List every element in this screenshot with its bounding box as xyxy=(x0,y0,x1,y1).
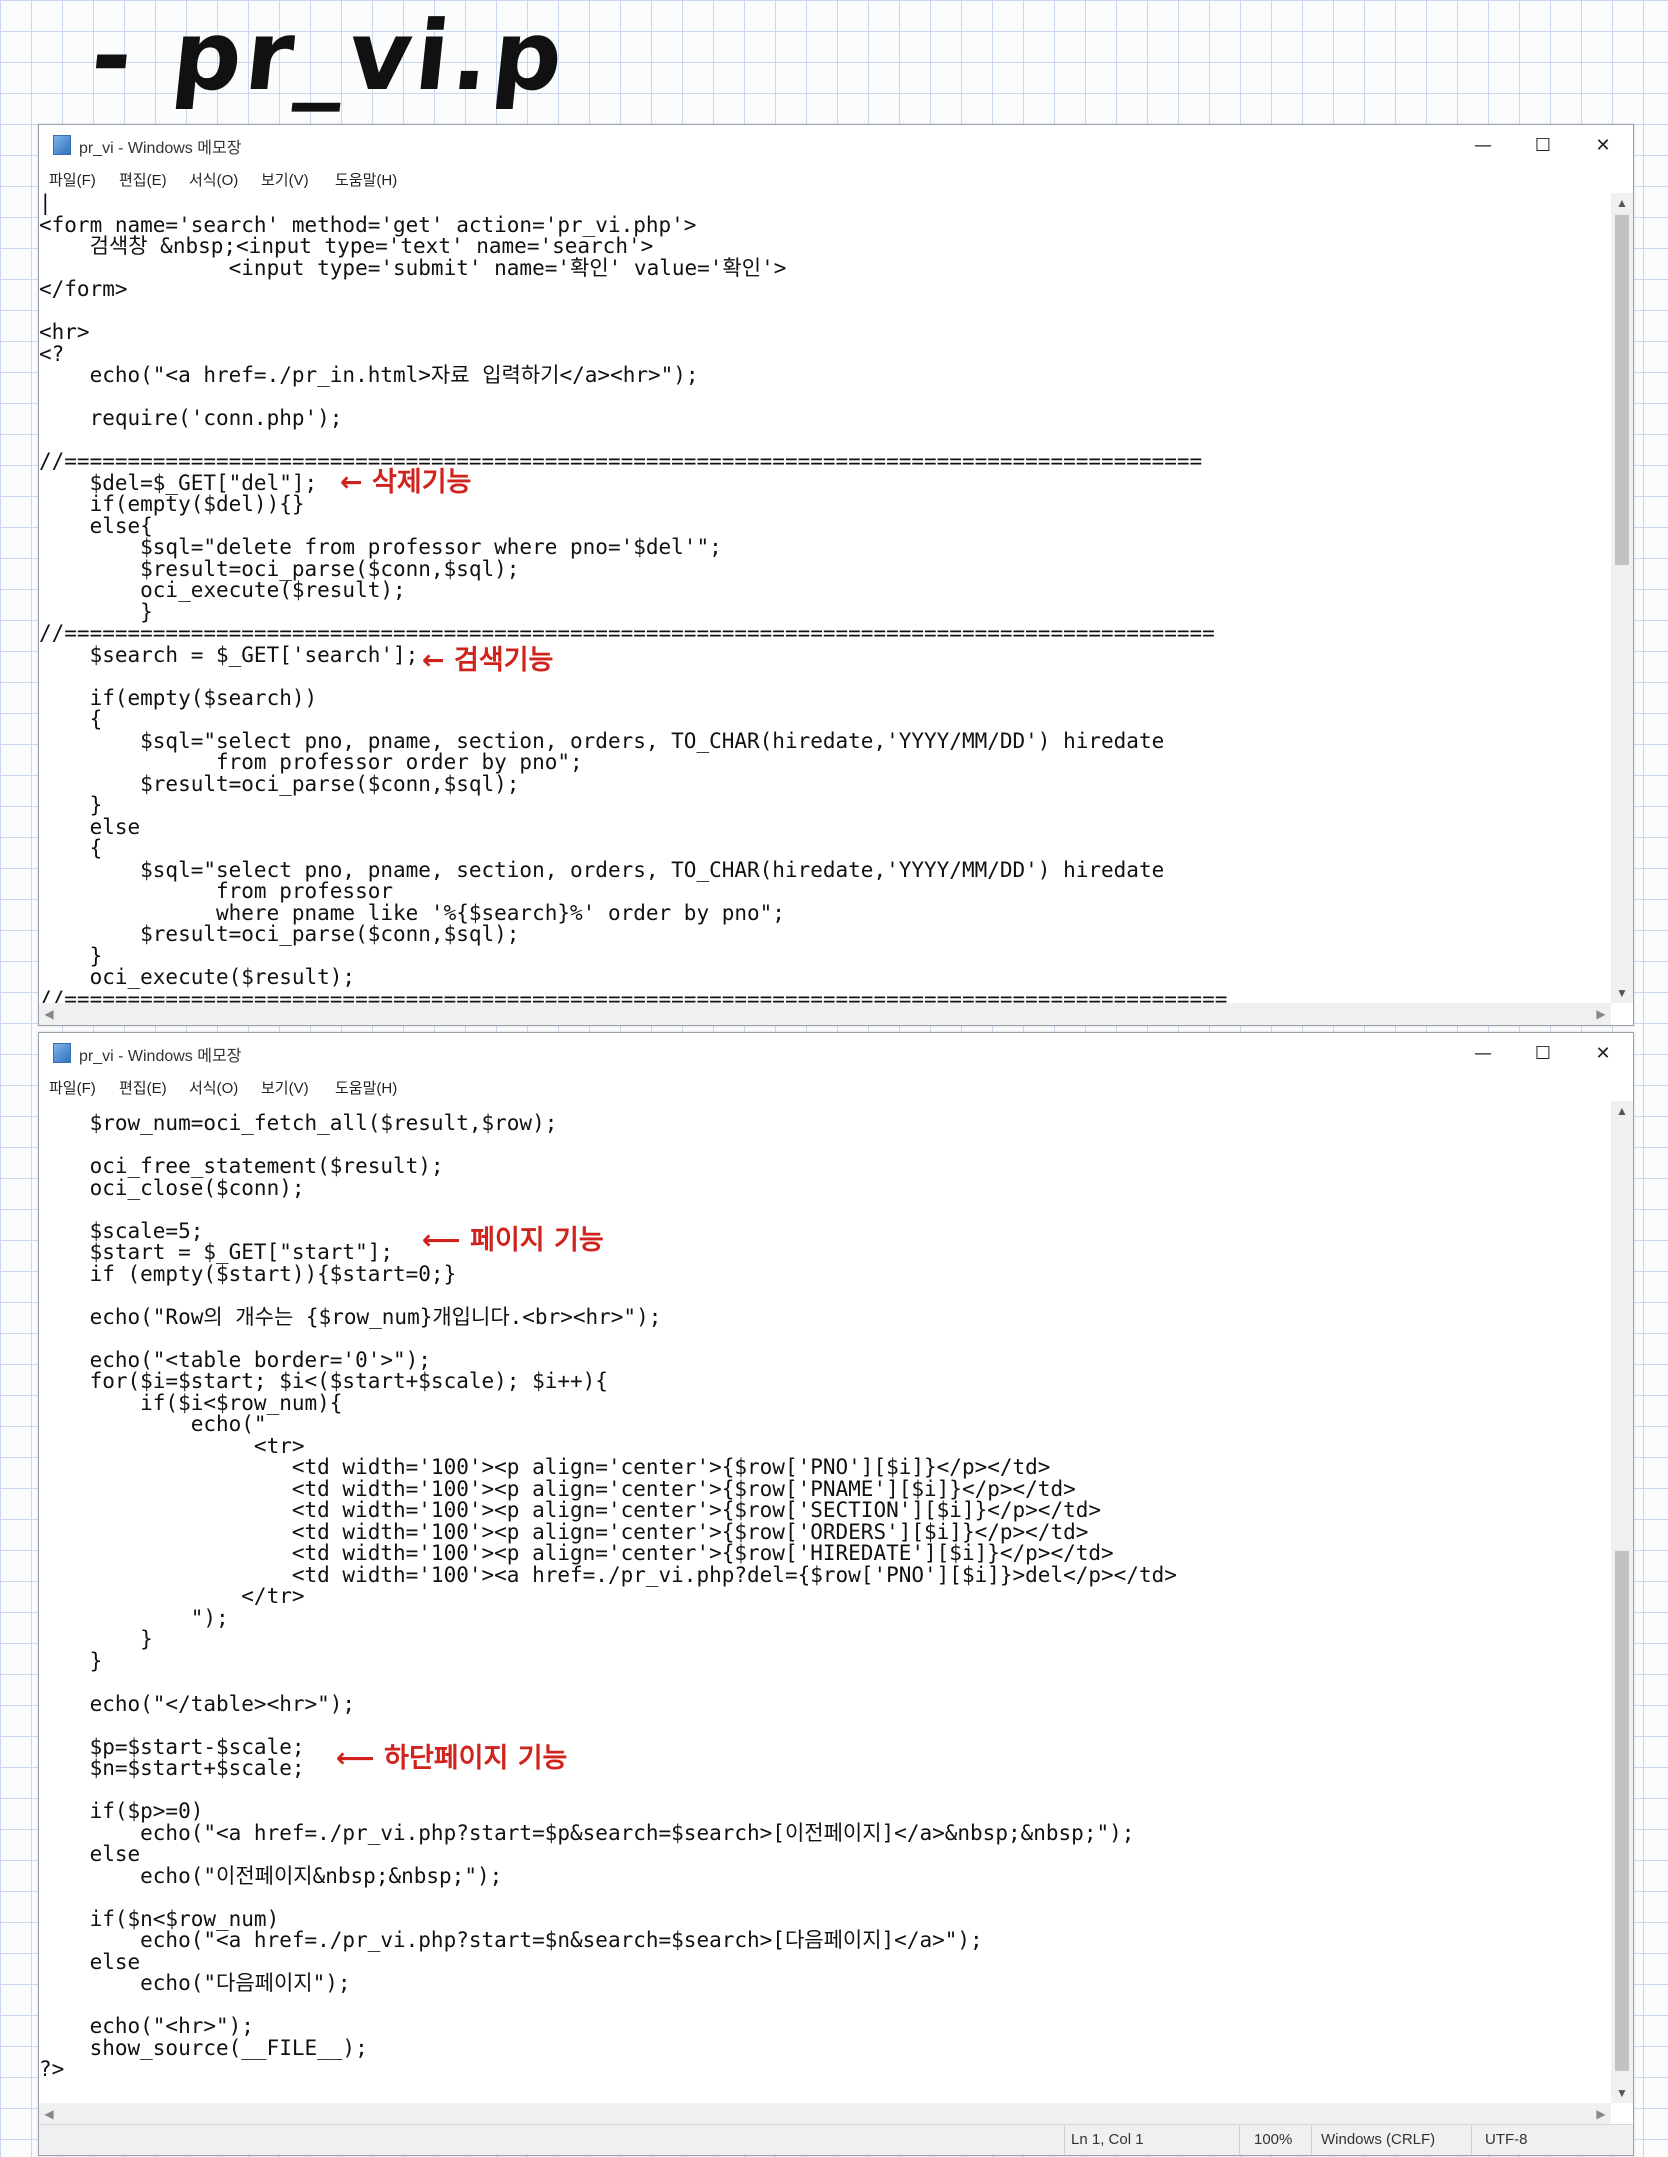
code-text: | <form name='search' method='get' actio… xyxy=(39,193,1228,1003)
annotation-search: ← 검색기능 xyxy=(422,645,554,676)
annotation-bottom-page: ⟵ 하단페이지 기능 xyxy=(336,1743,568,1774)
annotation-delete: ← 삭제기능 xyxy=(340,467,472,498)
scroll-down-icon[interactable]: ▼ xyxy=(1611,983,1633,1003)
status-encoding: UTF-8 xyxy=(1485,2131,1528,2148)
status-line-ending: Windows (CRLF) xyxy=(1321,2131,1436,2148)
text-editor[interactable]: $row_num=oci_fetch_all($result,$row); oc… xyxy=(39,1101,1611,2103)
annotation-page: ⟵ 페이지 기능 xyxy=(422,1225,604,1256)
status-bar: Ln 1, Col 1 100% Windows (CRLF) UTF-8 xyxy=(39,2124,1633,2155)
notepad-icon xyxy=(53,1043,71,1063)
page-title: - pr_vi.p xyxy=(86,0,572,112)
notepad-icon xyxy=(53,135,71,155)
scroll-right-icon[interactable]: ▶ xyxy=(1591,1003,1611,1025)
code-text: $row_num=oci_fetch_all($result,$row); oc… xyxy=(39,1111,1177,2081)
vertical-scrollbar[interactable]: ▲ ▼ xyxy=(1611,1101,1633,2103)
status-zoom: 100% xyxy=(1254,2131,1293,2148)
menu-bar: 파일(F) 편집(E) 서식(O) 보기(V) 도움말(H) xyxy=(39,1073,1633,1101)
scroll-left-icon[interactable]: ◀ xyxy=(39,1003,59,1025)
menu-file[interactable]: 파일(F) xyxy=(49,1077,96,1098)
maximize-button[interactable]: ☐ xyxy=(1513,1033,1573,1073)
window-title: pr_vi - Windows 메모장 xyxy=(79,140,242,157)
minimize-button[interactable]: — xyxy=(1453,125,1513,165)
notepad-window-top: pr_vi - Windows 메모장 — ☐ ✕ 파일(F) 편집(E) 서식… xyxy=(38,124,1634,1026)
close-button[interactable]: ✕ xyxy=(1573,125,1633,165)
menu-format[interactable]: 서식(O) xyxy=(189,1077,238,1098)
menu-format[interactable]: 서식(O) xyxy=(189,169,238,190)
menu-help[interactable]: 도움말(H) xyxy=(335,169,397,190)
menu-help[interactable]: 도움말(H) xyxy=(335,1077,397,1098)
title-bar[interactable]: pr_vi - Windows 메모장 — ☐ ✕ xyxy=(39,1033,1633,1073)
scroll-thumb[interactable] xyxy=(1615,215,1629,565)
menu-edit[interactable]: 편집(E) xyxy=(119,169,167,190)
title-bar[interactable]: pr_vi - Windows 메모장 — ☐ ✕ xyxy=(39,125,1633,165)
scroll-up-icon[interactable]: ▲ xyxy=(1611,193,1633,213)
close-button[interactable]: ✕ xyxy=(1573,1033,1633,1073)
menu-file[interactable]: 파일(F) xyxy=(49,169,96,190)
text-editor[interactable]: | <form name='search' method='get' actio… xyxy=(39,193,1611,1003)
horizontal-scrollbar[interactable]: ◀ ▶ xyxy=(39,1003,1611,1025)
maximize-button[interactable]: ☐ xyxy=(1513,125,1573,165)
menu-bar: 파일(F) 편집(E) 서식(O) 보기(V) 도움말(H) xyxy=(39,165,1633,193)
menu-edit[interactable]: 편집(E) xyxy=(119,1077,167,1098)
notepad-window-bottom: pr_vi - Windows 메모장 — ☐ ✕ 파일(F) 편집(E) 서식… xyxy=(38,1032,1634,2156)
minimize-button[interactable]: — xyxy=(1453,1033,1513,1073)
menu-view[interactable]: 보기(V) xyxy=(261,169,309,190)
window-title: pr_vi - Windows 메모장 xyxy=(79,1048,242,1065)
horizontal-scrollbar[interactable]: ◀ ▶ xyxy=(39,2103,1611,2125)
menu-view[interactable]: 보기(V) xyxy=(261,1077,309,1098)
vertical-scrollbar[interactable]: ▲ ▼ xyxy=(1611,193,1633,1003)
scroll-thumb[interactable] xyxy=(1615,1551,1629,2071)
scroll-right-icon[interactable]: ▶ xyxy=(1591,2103,1611,2125)
scroll-down-icon[interactable]: ▼ xyxy=(1611,2083,1633,2103)
scroll-left-icon[interactable]: ◀ xyxy=(39,2103,59,2125)
status-position: Ln 1, Col 1 xyxy=(1071,2131,1144,2148)
scroll-up-icon[interactable]: ▲ xyxy=(1611,1101,1633,1121)
